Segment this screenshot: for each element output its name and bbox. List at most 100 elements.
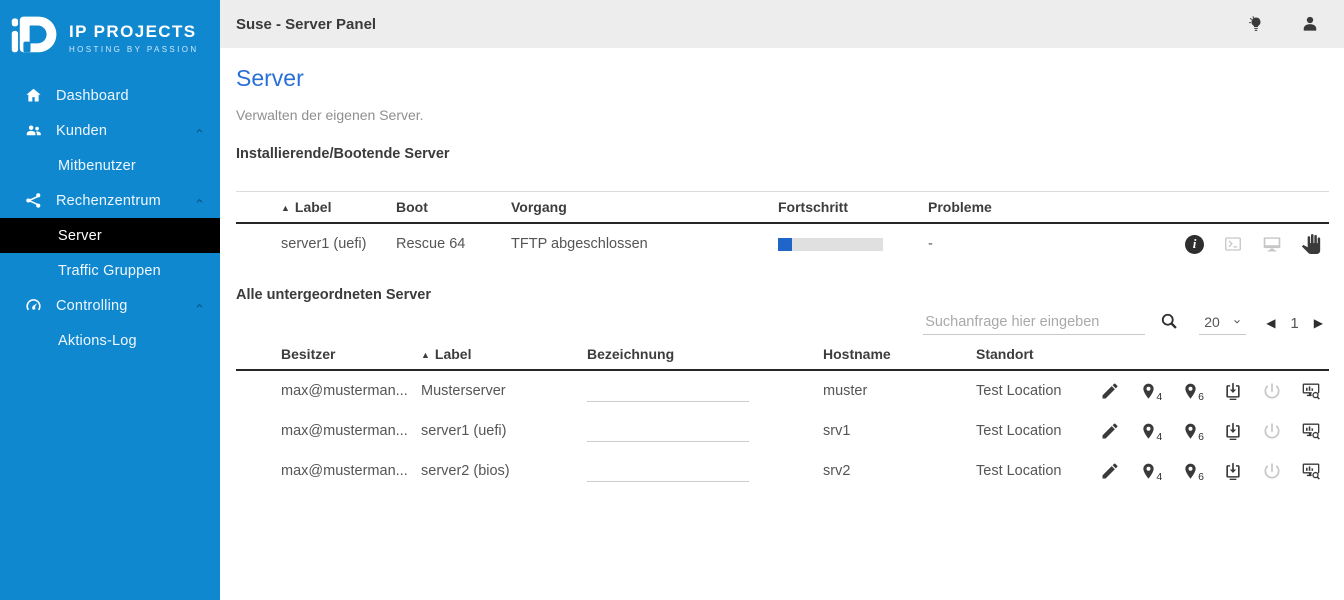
display-button[interactable]: [1260, 232, 1284, 256]
sidebar-item-dashboard[interactable]: Dashboard: [0, 78, 220, 113]
topbar-actions: [1244, 12, 1322, 36]
install-icon: [1223, 421, 1243, 441]
ipv6-count: 6: [1198, 391, 1204, 403]
ipv4-count: 4: [1156, 391, 1162, 403]
info-button[interactable]: i: [1183, 233, 1206, 256]
column-header-boot[interactable]: Boot: [396, 192, 511, 224]
sidebar-item-controlling[interactable]: Controlling: [0, 288, 220, 323]
table-row: server1 (uefi) Rescue 64 TFTP abgeschlos…: [236, 223, 1329, 264]
edit-button[interactable]: [1098, 459, 1122, 483]
sidebar-item-label: Kunden: [56, 123, 107, 139]
column-header-bezeichnung[interactable]: Bezeichnung: [587, 339, 823, 370]
cell-standort: Test Location: [976, 411, 1116, 451]
column-header-actions: [1116, 339, 1329, 370]
sidebar-item-mitbenutzer[interactable]: Mitbenutzer: [0, 148, 220, 183]
search-input[interactable]: [923, 310, 1145, 335]
cell-bezeichnung: [587, 451, 823, 491]
sidebar-item-traffic-gruppen[interactable]: Traffic Gruppen: [0, 253, 220, 288]
sidebar-item-kunden[interactable]: Kunden: [0, 113, 220, 148]
cell-standort: Test Location: [976, 370, 1116, 411]
column-header-label[interactable]: ▲Label: [421, 339, 587, 370]
prev-page-button[interactable]: ◀: [1264, 314, 1277, 332]
ipv4-button[interactable]: 4: [1137, 380, 1164, 403]
cell-standort: Test Location: [976, 451, 1116, 491]
ipv4-button[interactable]: 4: [1137, 460, 1164, 483]
bezeichnung-input[interactable]: [587, 380, 749, 402]
power-button[interactable]: [1260, 379, 1284, 403]
page-size-select[interactable]: 20: [1199, 311, 1246, 335]
ipv6-button[interactable]: 6: [1179, 460, 1206, 483]
sidebar-item-rechenzentrum[interactable]: Rechenzentrum: [0, 183, 220, 218]
chevron-up-icon: [193, 299, 206, 312]
cell-hostname: srv1: [823, 411, 976, 451]
edit-button[interactable]: [1098, 419, 1122, 443]
display-icon: [1262, 234, 1282, 254]
install-button[interactable]: [1221, 419, 1245, 443]
topbar: Suse - Server Panel: [220, 0, 1344, 48]
page-size-value: 20: [1204, 314, 1220, 330]
column-header-probleme[interactable]: Probleme: [928, 192, 1111, 224]
network-icon: [24, 191, 43, 210]
stats-button[interactable]: [1299, 419, 1323, 443]
stats-button[interactable]: [1299, 379, 1323, 403]
cell-label: Musterserver: [421, 370, 587, 411]
ipv6-button[interactable]: 6: [1179, 420, 1206, 443]
console-button[interactable]: [1221, 232, 1245, 256]
edit-button[interactable]: [1098, 379, 1122, 403]
console-icon: [1223, 234, 1243, 254]
page-subtitle: Verwalten der eigenen Server.: [236, 107, 1329, 123]
progress-bar: [778, 238, 883, 251]
power-button[interactable]: [1260, 419, 1284, 443]
ipv6-pin-icon: 6: [1181, 422, 1204, 441]
column-header-fortschritt[interactable]: Fortschritt: [778, 192, 928, 224]
column-header-label[interactable]: ▲Label: [236, 192, 396, 224]
power-icon: [1262, 461, 1282, 481]
cell-actions: 4 6: [1116, 451, 1329, 491]
ipv4-pin-icon: 4: [1139, 462, 1162, 481]
chevron-down-icon: [1231, 316, 1243, 328]
topbar-title: Suse - Server Panel: [236, 16, 376, 33]
stop-hand-icon: [1301, 234, 1321, 254]
power-button[interactable]: [1260, 459, 1284, 483]
sidebar: IP PROJECTS HOSTING BY PASSION Dashboard…: [0, 0, 220, 600]
brand-tagline: HOSTING BY PASSION: [69, 45, 199, 54]
bezeichnung-input[interactable]: [587, 420, 749, 442]
install-button[interactable]: [1221, 379, 1245, 403]
sidebar-item-server[interactable]: Server: [0, 218, 220, 253]
column-header-standort[interactable]: Standort: [976, 339, 1116, 370]
column-header-actions: [1111, 192, 1329, 224]
table-row: max@musterman... server2 (bios) srv2 Tes…: [236, 451, 1329, 491]
table-row: max@musterman... server1 (uefi) srv1 Tes…: [236, 411, 1329, 451]
cell-label: server1 (uefi): [421, 411, 587, 451]
hints-button[interactable]: [1244, 12, 1268, 36]
ipv4-button[interactable]: 4: [1137, 420, 1164, 443]
page-content: Server Verwalten der eigenen Server. Ins…: [220, 48, 1344, 600]
brand-mark-icon: [10, 13, 60, 63]
gauge-icon: [24, 296, 43, 315]
next-page-button[interactable]: ▶: [1312, 314, 1325, 332]
account-button[interactable]: [1298, 12, 1322, 36]
chevron-up-icon: [193, 194, 206, 207]
search-button[interactable]: [1157, 309, 1181, 333]
column-header-hostname[interactable]: Hostname: [823, 339, 976, 370]
ipv4-pin-icon: 4: [1139, 382, 1162, 401]
home-icon: [24, 86, 43, 105]
column-header-besitzer[interactable]: Besitzer: [236, 339, 421, 370]
column-header-vorgang[interactable]: Vorgang: [511, 192, 778, 224]
install-icon: [1223, 461, 1243, 481]
install-button[interactable]: [1221, 459, 1245, 483]
chevron-up-icon: [193, 124, 206, 137]
page-title: Server: [236, 65, 1329, 92]
brand-text: IP PROJECTS HOSTING BY PASSION: [69, 22, 199, 54]
bezeichnung-input[interactable]: [587, 460, 749, 482]
sort-asc-icon: ▲: [281, 203, 290, 213]
stop-button[interactable]: [1299, 232, 1323, 256]
brand-logo[interactable]: IP PROJECTS HOSTING BY PASSION: [0, 0, 220, 76]
edit-icon: [1100, 421, 1120, 441]
stats-button[interactable]: [1299, 459, 1323, 483]
users-icon: [24, 121, 43, 140]
cell-fortschritt: [778, 223, 928, 264]
ipv6-button[interactable]: 6: [1179, 380, 1206, 403]
sidebar-item-aktions-log[interactable]: Aktions-Log: [0, 323, 220, 358]
booting-section-heading: Installierende/Bootende Server: [236, 146, 1329, 162]
